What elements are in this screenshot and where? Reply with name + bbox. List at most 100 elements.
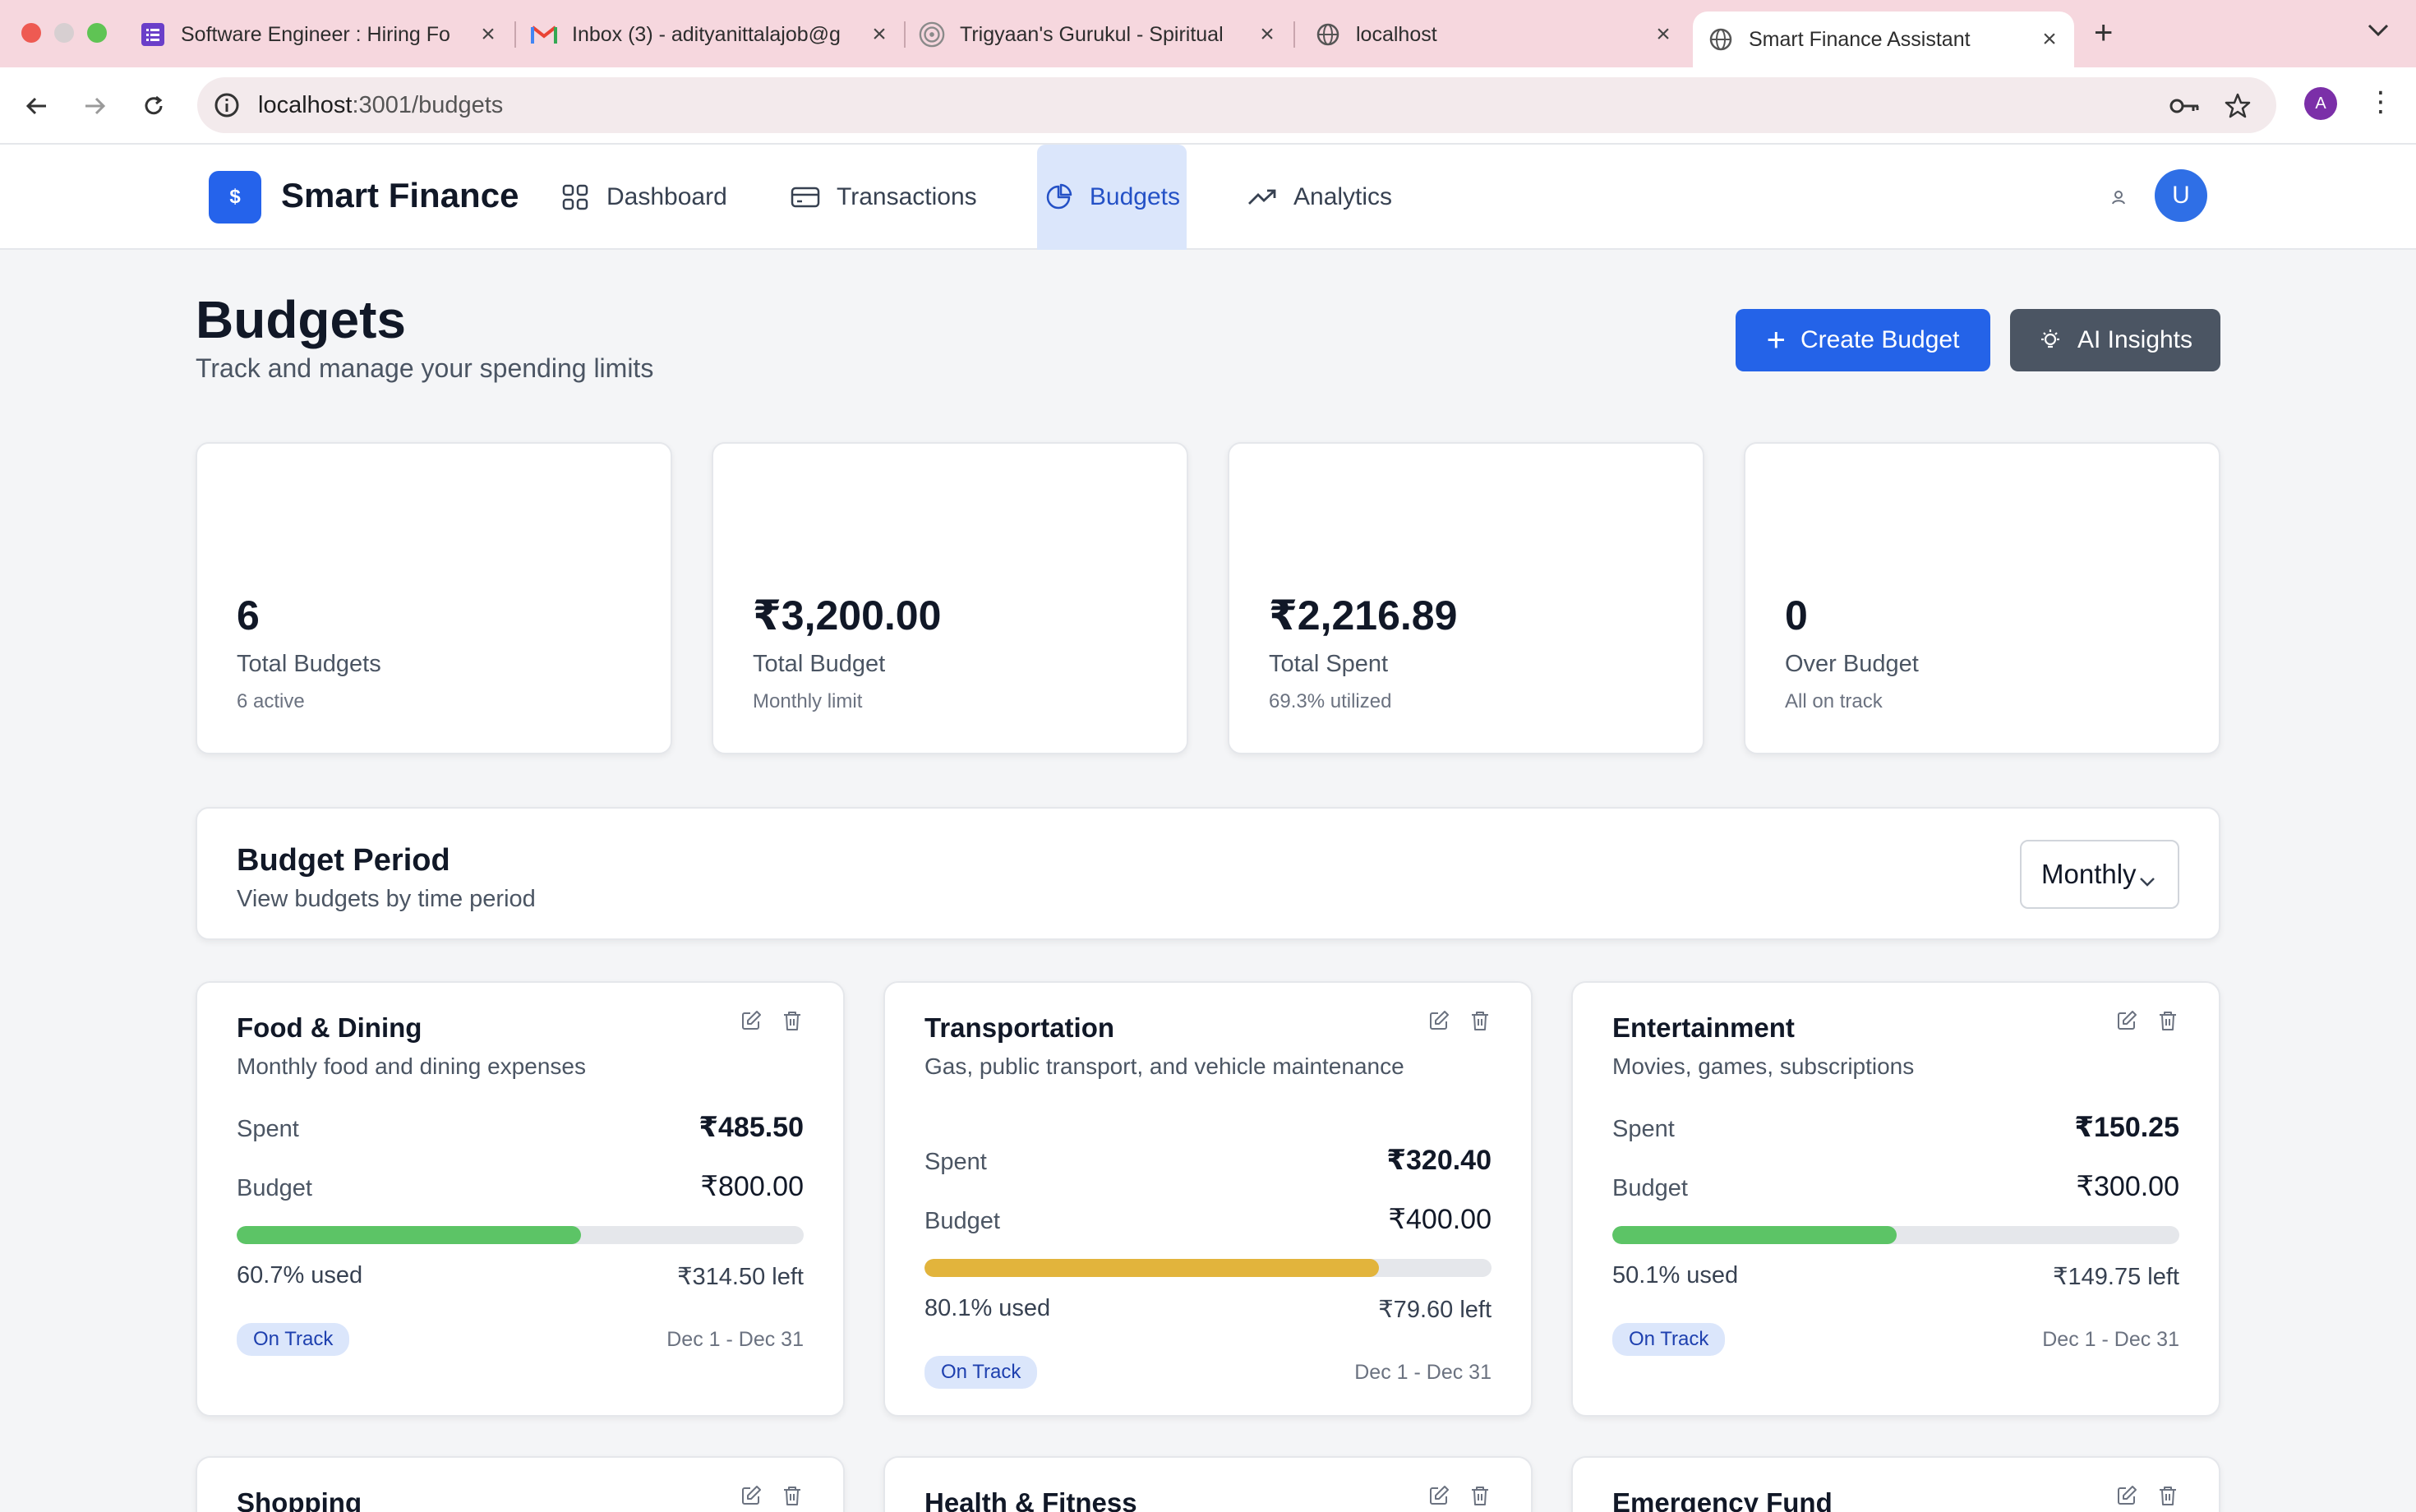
address-bar[interactable]: localhost:3001/budgets [197,77,2276,133]
spent-label: Spent [237,1116,299,1142]
plus-icon: + [1766,322,1786,358]
app-header: $ Smart Finance Dashboard Transactions B… [0,145,2416,250]
date-range: Dec 1 - Dec 31 [1354,1361,1492,1384]
browser-menu-icon[interactable]: ⋮ [2367,85,2395,118]
stat-sub: 6 active [237,690,305,712]
nav-transactions[interactable]: Transactions [791,145,977,250]
trash-icon[interactable] [1469,1009,1492,1032]
browser-tab[interactable]: localhost × [1315,10,1676,59]
app-name[interactable]: Smart Finance [281,176,519,215]
user-icon[interactable] [2109,187,2128,207]
budget-name: Shopping [237,1487,362,1512]
page-subtitle: Track and manage your spending limits [196,353,654,383]
budget-value: ₹400.00 [1388,1204,1492,1235]
tab-separator [1293,21,1295,48]
tab-separator [904,21,906,48]
bookmark-star-icon[interactable] [2217,85,2258,127]
stat-label: Total Budget [753,651,886,677]
spent-label: Spent [924,1149,987,1175]
stat-sub: 69.3% utilized [1269,690,1392,712]
period-selected-value: Monthly [2041,859,2137,889]
tab-title: localhost [1356,22,1437,46]
edit-icon[interactable] [1427,1009,1450,1032]
reload-button[interactable] [133,85,174,127]
browser-profile-avatar[interactable]: A [2304,87,2337,120]
window-close-button[interactable] [21,23,41,43]
password-key-icon[interactable] [2165,85,2206,127]
budget-card-shopping: Shopping [196,1456,845,1512]
progress-fill [1612,1226,1897,1244]
budget-label: Budget [1612,1175,1688,1201]
used-percent: 60.7% used [237,1262,363,1288]
stat-label: Total Budgets [237,651,381,677]
nav-analytics[interactable]: Analytics [1247,145,1392,250]
create-budget-button[interactable]: + Create Budget [1736,309,1990,371]
browser-tab-strip: Software Engineer : Hiring Fo × Inbox (3… [0,0,2416,67]
edit-icon[interactable] [740,1484,763,1507]
trash-icon[interactable] [781,1484,804,1507]
edit-icon[interactable] [1427,1484,1450,1507]
tab-close-icon[interactable]: × [475,21,501,48]
budget-card-entertainment: Entertainment Movies, games, subscriptio… [1571,981,2220,1417]
trash-icon[interactable] [2156,1009,2179,1032]
user-avatar[interactable]: U [2155,169,2207,222]
edit-icon[interactable] [740,1009,763,1032]
amount-left: ₹314.50 left [677,1264,804,1290]
site-info-icon[interactable] [210,89,243,122]
globe-icon [1315,21,1341,48]
progress-fill [924,1259,1379,1277]
trash-icon[interactable] [781,1009,804,1032]
tab-title: Trigyaan's Gurukul - Spiritual [960,22,1224,46]
ai-insights-button[interactable]: AI Insights [2010,309,2220,371]
stat-card-total-budget: ₹3,200.00 Total Budget Monthly limit [712,442,1188,754]
used-percent: 80.1% used [924,1295,1051,1321]
trash-icon[interactable] [2156,1484,2179,1507]
spent-label: Spent [1612,1116,1675,1142]
stat-label: Over Budget [1785,651,1919,677]
address-url: localhost:3001/budgets [258,91,504,118]
tab-title: Software Engineer : Hiring Fo [181,22,450,46]
tab-close-icon[interactable]: × [2036,25,2063,53]
back-button[interactable] [16,85,58,127]
tab-close-icon[interactable]: × [1254,21,1280,48]
budget-progress-bar [237,1226,804,1244]
tab-search-chevron-icon[interactable] [2367,18,2390,44]
stat-card-over-budget: 0 Over Budget All on track [1744,442,2220,754]
budget-value: ₹300.00 [2076,1171,2179,1202]
browser-tab-active[interactable]: Smart Finance Assistant × [1693,12,2074,67]
budget-name: Emergency Fund [1612,1487,1833,1512]
forward-button[interactable] [74,85,115,127]
browser-tab[interactable]: Software Engineer : Hiring Fo × [140,10,501,59]
nav-dashboard[interactable]: Dashboard [560,145,727,250]
spent-value: ₹485.50 [699,1112,804,1143]
window-minimize-button[interactable] [54,23,74,43]
progress-fill [237,1226,581,1244]
spiral-icon [919,21,945,48]
tab-close-icon[interactable]: × [866,21,892,48]
page-title: Budgets [196,290,406,349]
budget-card-health-fitness: Health & Fitness [883,1456,1533,1512]
status-badge: On Track [924,1356,1038,1389]
spent-value: ₹320.40 [1386,1145,1492,1176]
browser-tab[interactable]: Inbox (3) - adityanittalajob@g × [531,10,892,59]
period-select[interactable]: Monthly [2020,840,2179,909]
budget-name: Entertainment [1612,1012,1795,1043]
stat-sub: All on track [1785,690,1883,712]
browser-tab[interactable]: Trigyaan's Gurukul - Spiritual × [919,10,1280,59]
window-maximize-button[interactable] [87,23,107,43]
status-badge: On Track [237,1323,350,1356]
chevron-down-icon [2138,866,2156,887]
edit-icon[interactable] [2115,1009,2138,1032]
nav-label: Budgets [1089,183,1180,210]
budget-description: Monthly food and dining expenses [237,1053,586,1079]
edit-icon[interactable] [2115,1484,2138,1507]
trash-icon[interactable] [1469,1484,1492,1507]
tab-close-icon[interactable]: × [1650,21,1676,48]
budget-name: Health & Fitness [924,1487,1137,1512]
logo-icon[interactable]: $ [209,171,261,224]
tab-title: Smart Finance Assistant [1749,27,1971,51]
budget-description: Movies, games, subscriptions [1612,1053,1915,1079]
budget-name: Transportation [924,1012,1115,1043]
nav-budgets[interactable]: Budgets [1037,145,1187,250]
new-tab-button[interactable]: + [2094,15,2113,52]
